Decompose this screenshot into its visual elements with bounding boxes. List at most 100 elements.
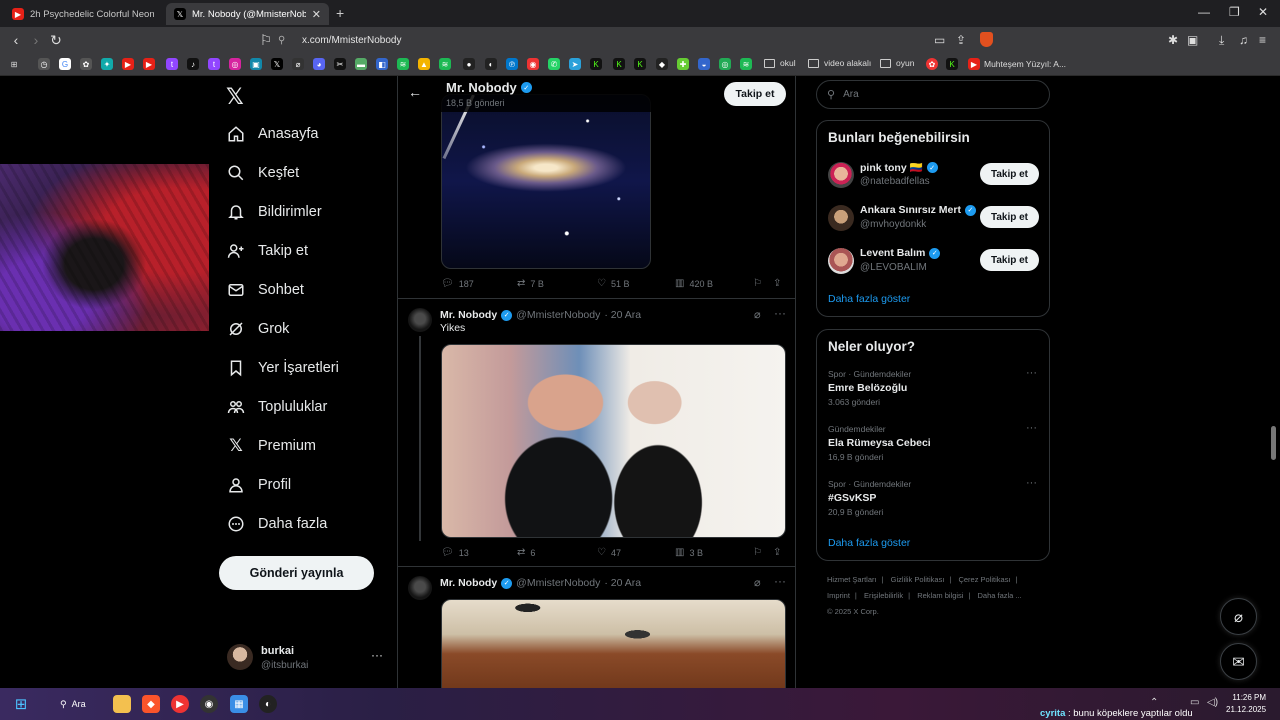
back-icon[interactable]: ‹: [8, 32, 24, 48]
post-date[interactable]: · 20 Ara: [604, 577, 641, 589]
suggested-user[interactable]: Ankara Sınırsız Mert ✓ @mvhoydonkk Takip …: [828, 202, 1040, 236]
youtube-bookmark-icon[interactable]: ▶: [143, 58, 155, 70]
repost-button[interactable]: ⇄ 7 B: [517, 278, 544, 289]
bookmark-icon[interactable]: ◆: [656, 58, 668, 70]
menu-icon[interactable]: ≡: [1259, 33, 1266, 47]
bookmark-folder-video[interactable]: video alakalı: [808, 58, 871, 68]
bookmark-icon[interactable]: ✿: [80, 58, 92, 70]
more-icon[interactable]: ···: [1026, 477, 1037, 489]
post-image-photo[interactable]: [441, 344, 786, 538]
footer-link-ads-info[interactable]: Reklam bilgisi: [917, 591, 963, 600]
post-button[interactable]: Gönderi yayınla: [219, 556, 374, 590]
twitch-bookmark-icon[interactable]: t: [166, 58, 178, 70]
post-image-room[interactable]: [441, 599, 786, 688]
follow-button[interactable]: Takip et: [980, 206, 1039, 228]
nav-bookmarks[interactable]: Yer İşaretleri: [226, 352, 339, 384]
forward-icon[interactable]: ›: [28, 32, 44, 48]
x-bookmark-icon[interactable]: 𝕏: [271, 58, 283, 70]
youtube-bookmark-icon[interactable]: ▶: [122, 58, 134, 70]
more-icon[interactable]: ···: [774, 306, 786, 320]
bookmark-icon[interactable]: ●: [463, 58, 475, 70]
footer-link-accessibility[interactable]: Erişilebilirlik: [864, 591, 903, 600]
reply-button[interactable]: 💬︎ 187: [441, 278, 474, 289]
footer-link-terms[interactable]: Hizmet Şartları: [827, 575, 877, 584]
post-image-galaxy[interactable]: [441, 94, 651, 269]
downloads-icon[interactable]: ⤓: [1219, 33, 1224, 48]
instagram-bookmark-icon[interactable]: ◎: [229, 58, 241, 70]
nav-explore[interactable]: Keşfet: [226, 157, 299, 189]
trend-item[interactable]: Spor · Gündemdekiler Emre Belözoğlu 3.06…: [828, 367, 1040, 413]
brave-shield-icon[interactable]: [980, 32, 993, 47]
spotify-bookmark-icon[interactable]: ≋: [397, 58, 409, 70]
twitch-bookmark-icon[interactable]: t: [208, 58, 220, 70]
nav-home[interactable]: Anasayfa: [226, 118, 318, 150]
more-icon[interactable]: ···: [1026, 367, 1037, 379]
windows-start-icon[interactable]: ⊞: [12, 695, 30, 713]
nav-premium[interactable]: 𝕏 Premium: [226, 430, 316, 462]
share-icon[interactable]: ⇪: [956, 33, 966, 47]
nav-communities[interactable]: Topluluklar: [226, 391, 327, 423]
bookmark-icon[interactable]: ◉: [527, 58, 539, 70]
search-input[interactable]: ⚲ Ara: [816, 80, 1050, 109]
nav-follow[interactable]: Takip et: [226, 235, 308, 267]
grok-bookmark-icon[interactable]: ⌀: [292, 58, 304, 70]
repost-button[interactable]: ⇄ 6: [517, 547, 535, 558]
post-author-name[interactable]: Mr. Nobody: [440, 577, 497, 589]
network-icon[interactable]: ▭: [1190, 697, 1199, 708]
post-date[interactable]: · 20 Ara: [604, 309, 641, 321]
photos-icon[interactable]: ▦: [230, 695, 248, 713]
telegram-bookmark-icon[interactable]: ➤: [569, 58, 581, 70]
grok-icon[interactable]: ⌀: [754, 308, 761, 321]
messages-fab-button[interactable]: ✉: [1220, 643, 1257, 680]
post-author-handle[interactable]: @MmisterNobody: [516, 309, 600, 321]
bookmark-icon[interactable]: ◎: [719, 58, 731, 70]
file-explorer-icon[interactable]: [113, 695, 131, 713]
nav-notifications[interactable]: Bildirimler: [226, 196, 322, 228]
site-info-icon[interactable]: ⚲: [278, 35, 292, 46]
tab-youtube[interactable]: ▶ 2h Psychedelic Colorful Neon Backgr: [4, 3, 162, 25]
discord-bookmark-icon[interactable]: ◕: [313, 58, 325, 70]
spotify-bookmark-icon[interactable]: ≋: [740, 58, 752, 70]
media-player-icon[interactable]: ▶: [171, 695, 189, 713]
tiktok-bookmark-icon[interactable]: ♪: [187, 58, 199, 70]
github-bookmark-icon[interactable]: ◐: [485, 58, 497, 70]
nav-profile[interactable]: Profil: [226, 469, 291, 501]
tab-x-profile[interactable]: 𝕏 Mr. Nobody (@MmisterNobody) / X ✕: [166, 3, 329, 25]
footer-link-cookies[interactable]: Çerez Politikası: [958, 575, 1010, 584]
like-button[interactable]: ♡ 51 B: [597, 278, 629, 289]
media-icon[interactable]: ♫: [1239, 33, 1248, 47]
taskbar-search[interactable]: ⚲ Ara: [50, 693, 106, 715]
show-more-link[interactable]: Daha fazla göster: [828, 293, 910, 305]
google-bookmark-icon[interactable]: G: [59, 58, 71, 70]
bookmark-icon[interactable]: ✿: [926, 58, 938, 70]
grok-icon[interactable]: ⌀: [754, 576, 761, 589]
cast-icon[interactable]: ▭: [934, 33, 945, 47]
bookmark-folder-oyun[interactable]: oyun: [880, 58, 914, 68]
account-switcher[interactable]: burkai @itsburkai ···: [226, 642, 386, 674]
bookmark-icon[interactable]: ◒: [698, 58, 710, 70]
kick-bookmark-icon[interactable]: K: [590, 58, 602, 70]
drive-bookmark-icon[interactable]: ▲: [418, 58, 430, 70]
back-arrow-icon[interactable]: ←: [408, 84, 422, 100]
nav-more[interactable]: Daha fazla: [226, 508, 327, 540]
scrollbar-thumb[interactable]: [1271, 426, 1276, 460]
grok-fab-button[interactable]: ⌀: [1220, 598, 1257, 635]
system-clock[interactable]: 11:26 PM 21.12.2025: [1226, 692, 1266, 716]
share-post-button[interactable]: ⇪: [773, 278, 786, 289]
bookmark-muhtesem-yuzyil[interactable]: ▶ Muhteşem Yüzyıl: A...: [968, 58, 1066, 70]
like-button[interactable]: ♡ 47: [597, 547, 621, 558]
brave-browser-icon[interactable]: ◆: [142, 695, 160, 713]
close-tab-icon[interactable]: ✕: [312, 8, 321, 21]
footer-link-imprint[interactable]: Imprint: [827, 591, 850, 600]
minimize-icon[interactable]: —: [1198, 5, 1210, 19]
suggested-user[interactable]: Levent Balım ✓ @LEVOBALIM Takip et: [828, 245, 1040, 279]
trend-item[interactable]: Gündemdekiler Ela Rümeysa Cebeci 16,9 B …: [828, 422, 1040, 468]
share-post-button[interactable]: ⇪: [773, 547, 786, 558]
kick-bookmark-icon[interactable]: K: [634, 58, 646, 70]
reply-button[interactable]: 💬︎ 13: [441, 547, 469, 558]
more-icon[interactable]: ···: [774, 574, 786, 588]
bookmark-icon[interactable]: ✚: [677, 58, 689, 70]
whatsapp-bookmark-icon[interactable]: ✆: [548, 58, 560, 70]
follow-button[interactable]: Takip et: [980, 249, 1039, 271]
restore-icon[interactable]: ❐: [1229, 5, 1240, 19]
